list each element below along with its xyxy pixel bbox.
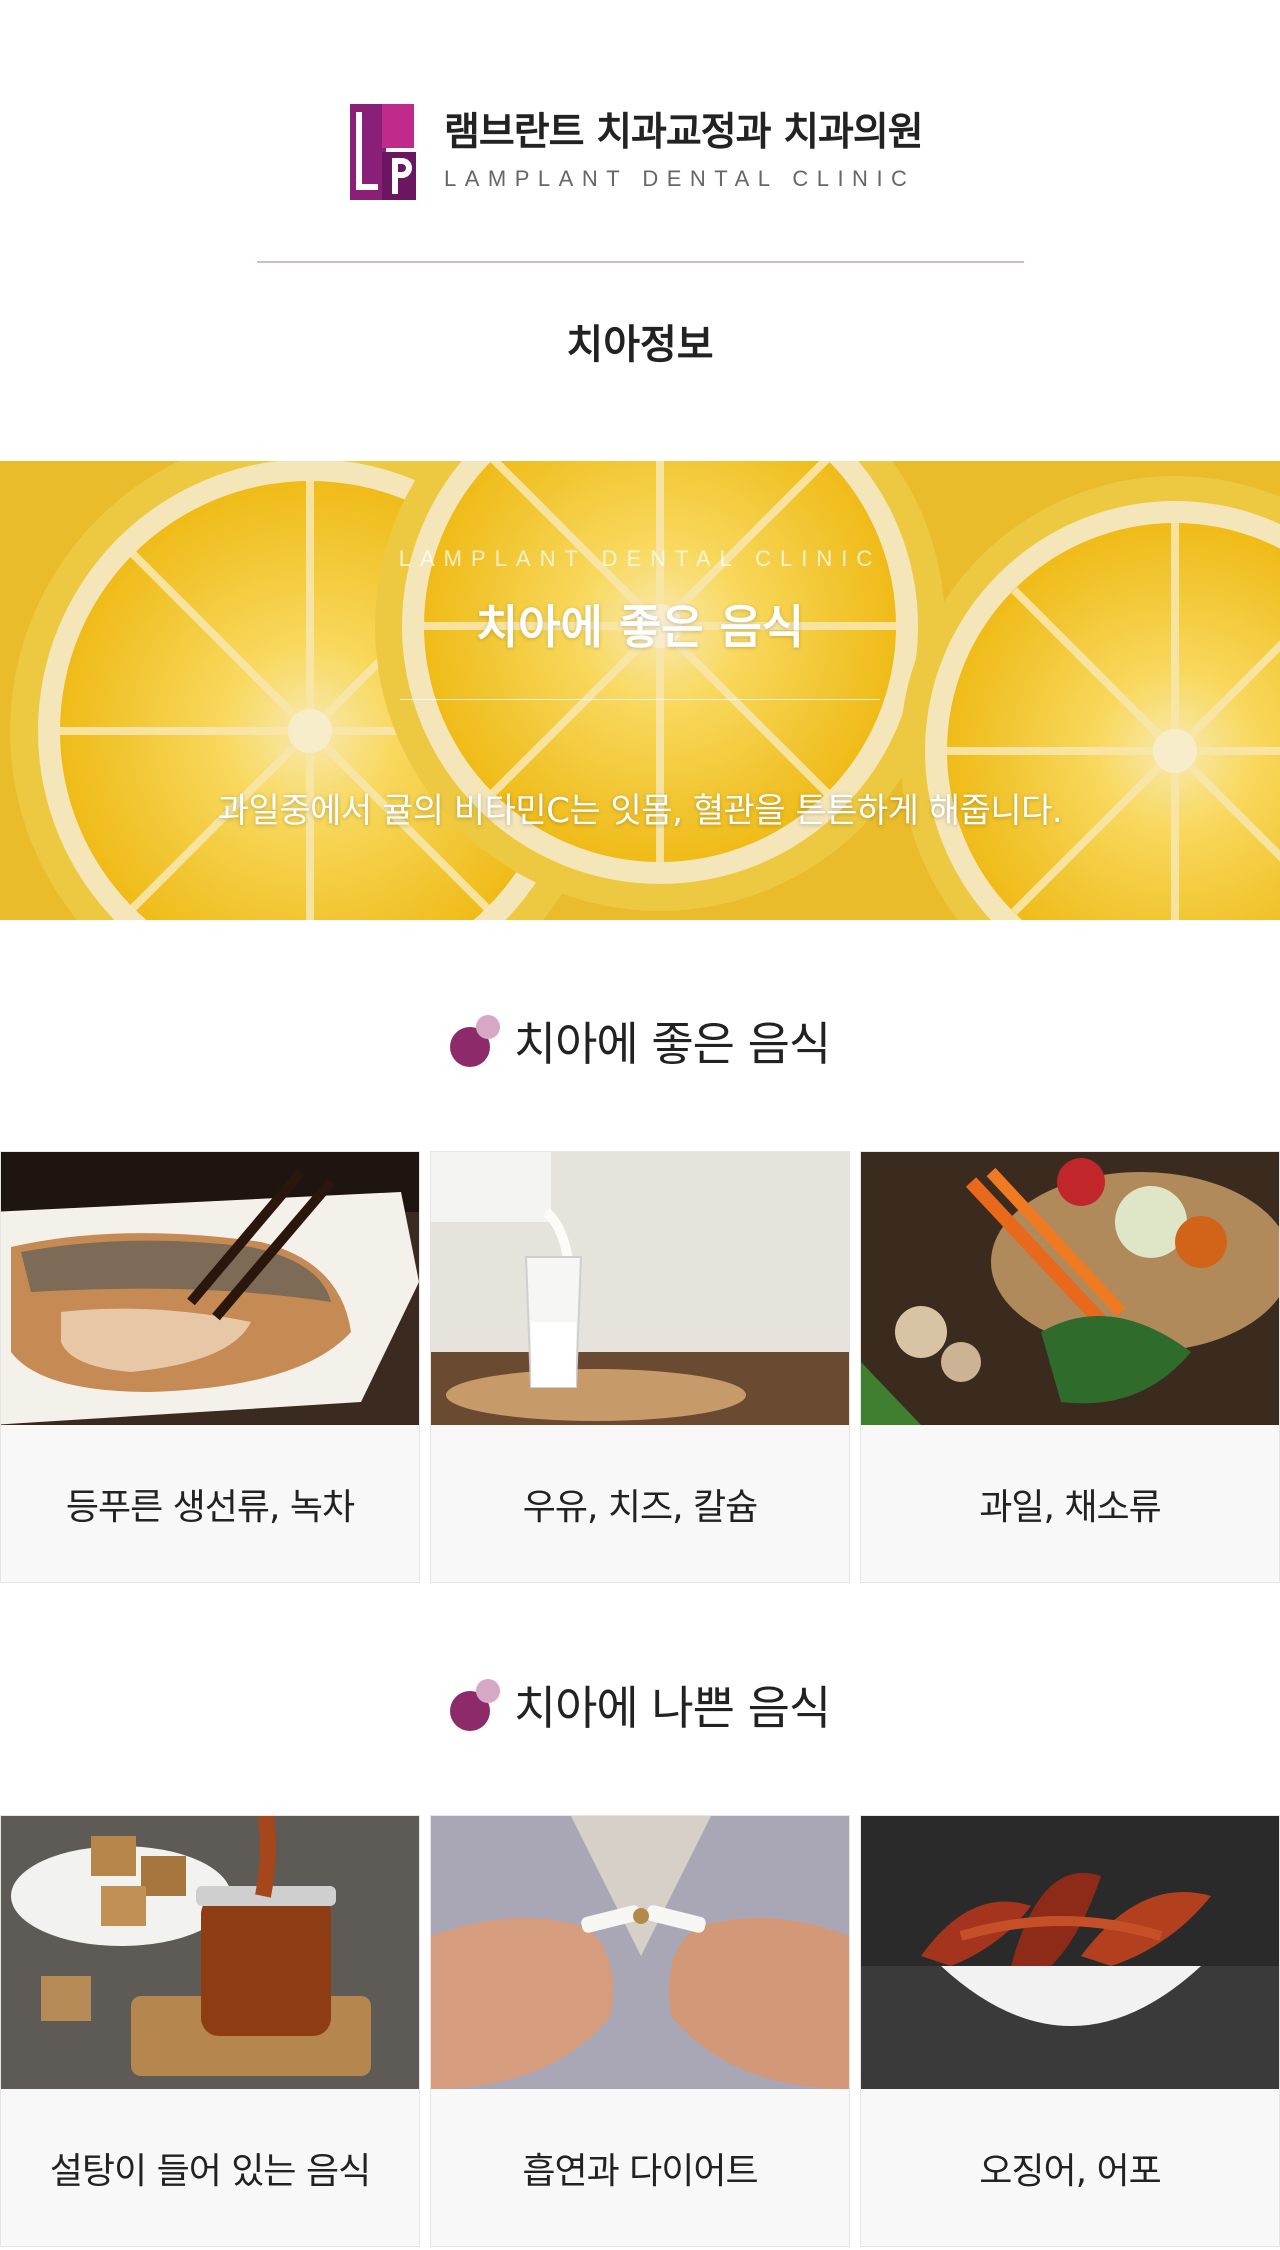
hero-banner: LAMPLANT DENTAL CLINIC 치아에 좋은 음식 과일중에서 귤…	[0, 461, 1280, 920]
grilled-fish-photo	[1, 1152, 419, 1425]
logo-text: 램브란트 치과교정과 치과의원 LAMPLANT DENTAL CLINIC	[444, 109, 924, 193]
food-card-label: 흡연과 다이어트	[431, 2089, 849, 2246]
bad-foods-title: 치아에 나쁜 음식	[513, 1681, 831, 1735]
food-card[interactable]: 흡연과 다이어트	[430, 1815, 850, 2247]
logo-mark-icon	[348, 100, 418, 204]
food-card[interactable]: 오징어, 어포	[860, 1815, 1280, 2247]
caramel-jar-photo	[1, 1816, 419, 2089]
hero-divider	[400, 699, 880, 700]
good-foods-title: 치아에 좋은 음식	[513, 1017, 831, 1071]
clinic-logo[interactable]: 램브란트 치과교정과 치과의원 LAMPLANT DENTAL CLINIC	[348, 100, 924, 204]
food-card-label: 설탕이 들어 있는 음식	[1, 2089, 419, 2246]
food-card[interactable]: 설탕이 들어 있는 음식	[0, 1815, 420, 2247]
bad-foods-cards: 설탕이 들어 있는 음식 흡연과 다이어트 오징어, 어포	[0, 1815, 1280, 2247]
vegetables-basket-photo	[861, 1152, 1279, 1425]
dried-squid-photo	[861, 1816, 1279, 2089]
good-foods-heading: 치아에 좋은 음식	[0, 1008, 1280, 1074]
bullet-dots-icon	[449, 1679, 500, 1731]
page-title: 치아정보	[566, 322, 714, 368]
hero-title: 치아에 좋은 음식	[475, 600, 805, 654]
good-foods-cards: 등푸른 생선류, 녹차 우유, 치즈, 칼슘 과일, 채소류	[0, 1151, 1280, 1583]
food-card-label: 등푸른 생선류, 녹차	[1, 1425, 419, 1582]
food-card[interactable]: 등푸른 생선류, 녹차	[0, 1151, 420, 1583]
hero-subtitle: LAMPLANT DENTAL CLINIC	[398, 546, 882, 571]
milk-glass-photo	[431, 1152, 849, 1425]
food-card-label: 오징어, 어포	[861, 2089, 1279, 2246]
bullet-dots-icon	[449, 1015, 500, 1067]
header-divider	[257, 261, 1024, 263]
food-card-label: 과일, 채소류	[861, 1425, 1279, 1582]
lemon-slices-image	[0, 461, 1280, 920]
clinic-name-kr: 램브란트 치과교정과 치과의원	[444, 109, 924, 155]
bad-foods-heading: 치아에 나쁜 음식	[0, 1672, 1280, 1738]
food-card[interactable]: 과일, 채소류	[860, 1151, 1280, 1583]
food-card-label: 우유, 치즈, 칼슘	[431, 1425, 849, 1582]
page-header: 램브란트 치과교정과 치과의원 LAMPLANT DENTAL CLINIC 치…	[0, 0, 1280, 460]
broken-cigarette-photo	[431, 1816, 849, 2089]
hero-description: 과일중에서 귤의 비타민C는 잇몸, 혈관을 튼튼하게 해줍니다.	[217, 791, 1063, 831]
clinic-name-en: LAMPLANT DENTAL CLINIC	[444, 166, 916, 192]
food-card[interactable]: 우유, 치즈, 칼슘	[430, 1151, 850, 1583]
